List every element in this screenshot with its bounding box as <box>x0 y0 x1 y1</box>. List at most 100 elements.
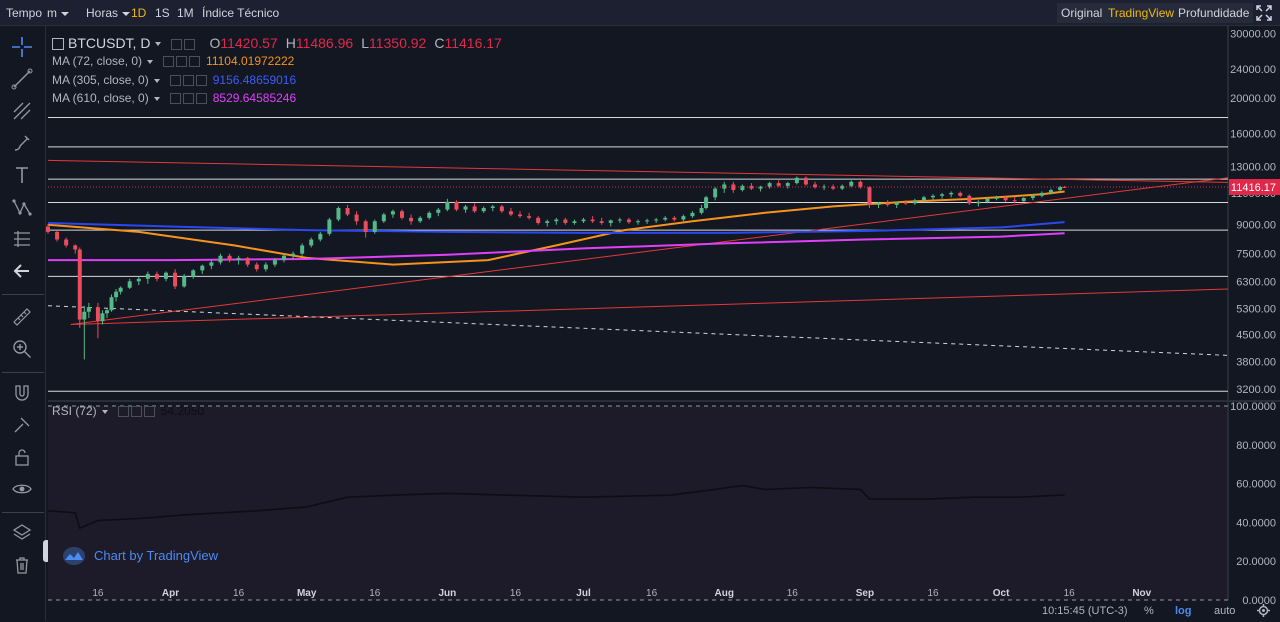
candle-body <box>227 255 232 261</box>
candle-body <box>967 195 972 204</box>
candle-body <box>114 291 119 298</box>
candle-body <box>931 195 935 198</box>
candle-body <box>309 239 314 246</box>
candle-body <box>663 217 668 220</box>
ma72-actions[interactable] <box>161 53 201 69</box>
price-axis-label: 5300.00 <box>1236 304 1276 316</box>
price-axis-label: 20000.00 <box>1230 93 1276 105</box>
tradingview-watermark[interactable]: Chart by TradingView <box>62 546 218 566</box>
candle-body <box>409 217 414 222</box>
candle-body <box>767 183 772 187</box>
candle-body <box>690 212 695 217</box>
trend-line <box>47 305 1229 356</box>
legend-actions[interactable] <box>169 34 196 52</box>
tradingview-logo-icon <box>63 547 85 565</box>
date-axis-label: Jul <box>576 588 591 599</box>
candle-body <box>645 220 650 222</box>
date-axis-label: Aug <box>715 588 734 599</box>
candle-body <box>105 310 109 314</box>
ma72-name[interactable]: MA (72, close, 0) <box>52 54 153 68</box>
open-value: 11420.57 <box>220 35 278 51</box>
ma305-actions[interactable] <box>168 72 207 88</box>
candle-body <box>876 203 881 205</box>
price-axis-label: 3800.00 <box>1236 357 1276 369</box>
candle-body <box>291 253 296 256</box>
date-axis-label: 16 <box>927 588 939 599</box>
date-axis-label: Apr <box>162 588 179 599</box>
candle-body <box>508 211 513 215</box>
ma610-actions[interactable] <box>168 90 207 106</box>
candle-body <box>518 214 522 217</box>
candle-body <box>390 211 395 215</box>
candle-body <box>536 217 541 223</box>
candle-body <box>1058 186 1063 191</box>
candle-body <box>545 221 550 223</box>
candle-body <box>472 206 477 212</box>
candle-body <box>254 264 259 270</box>
rsi-actions[interactable] <box>116 403 155 419</box>
rsi-name[interactable]: RSI (72) <box>52 404 108 418</box>
percent-scale-button[interactable]: % <box>1144 605 1154 617</box>
candle-body <box>282 255 286 261</box>
candle-body <box>363 221 368 232</box>
candle-body <box>100 313 105 322</box>
candle-body <box>191 270 196 277</box>
candle-body <box>154 273 159 279</box>
candle-body <box>849 181 854 186</box>
candle-body <box>77 249 82 320</box>
candle-body <box>776 183 781 186</box>
price-axis-label: 13000.00 <box>1230 161 1276 173</box>
candle-body <box>994 197 999 199</box>
candle-body <box>95 307 100 322</box>
trend-line <box>70 288 1229 325</box>
candle-body <box>145 273 150 279</box>
date-axis-label: 16 <box>1064 588 1076 599</box>
candle-body <box>731 184 736 191</box>
candle-body <box>949 192 954 195</box>
log-scale-button[interactable]: log <box>1175 605 1192 617</box>
settings-gear-icon[interactable] <box>1257 604 1270 617</box>
date-axis-label: 16 <box>787 588 799 599</box>
candle-body <box>327 219 332 234</box>
candle-body <box>490 206 495 209</box>
candle-body <box>182 276 187 287</box>
candle-body <box>336 208 341 220</box>
ma610-name[interactable]: MA (610, close, 0) <box>52 91 160 105</box>
date-axis-label: 16 <box>646 588 658 599</box>
candle-body <box>599 221 604 223</box>
candle-body <box>626 219 631 223</box>
candle-body <box>109 297 114 311</box>
candle-body <box>481 208 486 212</box>
symbol-name[interactable]: BTCUSDT, D <box>68 35 161 51</box>
auto-scale-button[interactable]: auto <box>1214 605 1235 617</box>
chart-type-icon[interactable] <box>52 38 64 51</box>
candle-body <box>912 200 917 204</box>
low-value: 11350.92 <box>368 35 427 51</box>
candle-body <box>1012 200 1017 202</box>
candle-body <box>699 208 704 213</box>
candle-body <box>1049 190 1053 193</box>
candle-body <box>608 220 613 223</box>
candle-body <box>554 219 559 222</box>
candle-body <box>654 219 659 221</box>
candle-body <box>381 214 386 222</box>
candle-body <box>704 197 709 209</box>
candle-body <box>1062 186 1067 188</box>
candle-body <box>318 233 323 240</box>
ma305-name[interactable]: MA (305, close, 0) <box>52 73 160 87</box>
candle-body <box>209 262 214 266</box>
candle-body <box>1021 198 1026 202</box>
candle-body <box>427 212 432 218</box>
candle-body <box>740 185 745 191</box>
candles <box>46 176 1067 360</box>
candle-body <box>921 197 926 201</box>
candle-body <box>164 272 168 279</box>
horizontal-levels <box>48 116 1228 392</box>
candle-body <box>46 226 50 232</box>
rsi-value: 54.2050 <box>160 404 205 418</box>
candle-body <box>300 245 305 254</box>
close-label: C <box>434 35 445 51</box>
close-value: 11416.17 <box>444 35 502 51</box>
date-axis-label: 16 <box>510 588 522 599</box>
candle-body <box>958 192 963 196</box>
